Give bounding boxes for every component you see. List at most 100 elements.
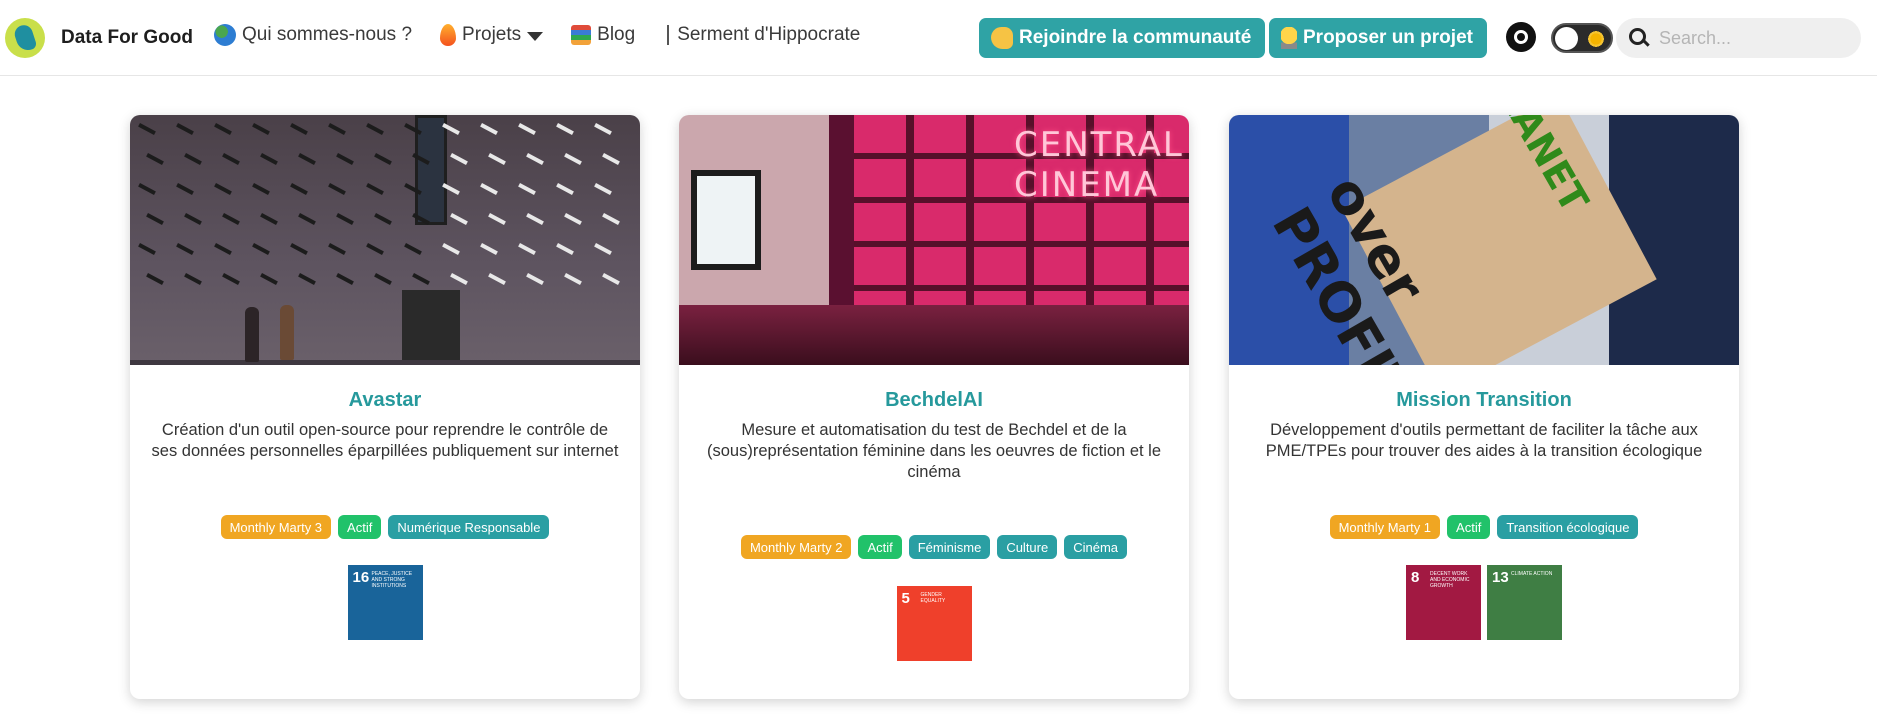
camera-icon	[290, 123, 308, 135]
camera-icon	[328, 183, 346, 195]
project-image	[130, 115, 640, 365]
project-description: Mesure et automatisation du test de Bech…	[707, 421, 1161, 481]
camera-icon	[260, 213, 278, 225]
theme-toggle[interactable]	[1551, 23, 1613, 53]
join-community-label: Rejoindre la communauté	[1019, 27, 1252, 48]
camera-icon	[290, 183, 308, 195]
camera-icon	[298, 213, 316, 225]
globe-icon	[214, 24, 236, 46]
camera-icon	[594, 243, 612, 255]
search-input[interactable]	[1659, 27, 1849, 49]
nav-item-blog[interactable]: Blog	[571, 24, 635, 46]
camera-icon	[298, 273, 316, 285]
camera-icon	[374, 153, 392, 165]
tag[interactable]: Féminisme	[908, 535, 991, 559]
camera-icon	[518, 183, 536, 195]
camera-icon	[564, 273, 582, 285]
search-box	[1616, 18, 1861, 58]
propose-project-button[interactable]: Proposer un projet	[1269, 18, 1487, 58]
nav-item-label: Serment d'Hippocrate	[677, 24, 861, 45]
camera-icon	[374, 273, 392, 285]
logo-icon	[5, 18, 45, 58]
camera-icon	[328, 123, 346, 135]
camera-icon	[138, 123, 156, 135]
sdg-5-icon: 5 Gender Equality	[896, 586, 972, 661]
nav-item-label: Blog	[597, 24, 636, 45]
tag[interactable]: Transition écologique	[1497, 515, 1639, 539]
wall-door	[402, 290, 460, 365]
nav-item-projects[interactable]: Projets	[440, 24, 544, 46]
camera-icon	[298, 153, 316, 165]
sdg-number: 16	[352, 569, 370, 586]
person	[280, 305, 294, 360]
camera-icon	[222, 213, 240, 225]
camera-icon	[222, 153, 240, 165]
project-card-avastar[interactable]: Avastar Création d'un outil open-source …	[130, 115, 640, 699]
camera-icon	[176, 183, 194, 195]
camera-icon	[450, 273, 468, 285]
tag[interactable]: Numérique Responsable	[388, 515, 550, 539]
chevron-down-icon	[527, 31, 544, 41]
camera-icon	[184, 213, 202, 225]
tag[interactable]: Culture	[997, 535, 1058, 559]
github-icon[interactable]	[1506, 22, 1536, 52]
camera-icon	[366, 183, 384, 195]
camera-icon	[488, 273, 506, 285]
tag[interactable]: Actif	[1447, 515, 1491, 539]
camera-icon	[336, 153, 354, 165]
tag[interactable]: Actif	[858, 535, 902, 559]
books-icon	[571, 25, 592, 45]
project-card-bechdelai[interactable]: CENTRAL CINEMA BechdelAI Mesure et autom…	[679, 115, 1189, 699]
camera-icon	[480, 123, 498, 135]
tag[interactable]: Monthly Marty 2	[740, 535, 852, 559]
camera-icon	[214, 243, 232, 255]
camera-icon	[176, 123, 194, 135]
camera-icon	[252, 183, 270, 195]
nav-item-oath[interactable]: Serment d'Hippocrate	[663, 24, 860, 46]
camera-icon	[602, 153, 620, 165]
camera-icon	[336, 213, 354, 225]
project-title: Mission Transition	[1396, 389, 1572, 411]
tag[interactable]: Actif	[338, 515, 382, 539]
camera-icon	[184, 273, 202, 285]
camera-icon	[602, 213, 620, 225]
project-tags: Monthly Marty 1 Actif Transition écologi…	[1229, 515, 1739, 539]
sdg-13-icon: 13 Climate Action	[1487, 565, 1562, 640]
project-card-mission-transition[interactable]: PLANET over PROFIT Mission Transition Dé…	[1229, 115, 1739, 699]
camera-icon	[556, 123, 574, 135]
nav-links: Qui sommes-nous ? Projets Blog Serment d…	[214, 24, 888, 46]
person	[245, 307, 259, 362]
project-description: Développement d'outils permettant de fac…	[1265, 421, 1703, 460]
camera-icon	[564, 213, 582, 225]
sdg-label: Decent Work and Economic Growth	[1430, 571, 1470, 589]
tag[interactable]: Cinéma	[1064, 535, 1128, 559]
camera-icon	[328, 243, 346, 255]
tag[interactable]: Monthly Marty 1	[1329, 515, 1441, 539]
camera-icon	[252, 243, 270, 255]
nav-item-label: Qui sommes-nous ?	[242, 24, 413, 45]
tag[interactable]: Monthly Marty 3	[220, 515, 332, 539]
camera-icon	[260, 273, 278, 285]
propose-project-label: Proposer un projet	[1303, 27, 1473, 48]
camera-icon	[526, 153, 544, 165]
camera-icon	[146, 273, 164, 285]
sdg-number: 8	[1411, 569, 1420, 586]
top-navbar: Data For Good Qui sommes-nous ? Projets …	[0, 0, 1877, 76]
floor	[679, 305, 1189, 365]
project-tags: Monthly Marty 2 Actif Féminisme Culture …	[679, 535, 1189, 559]
project-title: Avastar	[348, 389, 422, 411]
project-image: CENTRAL CINEMA	[679, 115, 1189, 365]
camera-icon	[602, 273, 620, 285]
brand-link[interactable]: Data For Good	[5, 18, 193, 58]
project-image: PLANET over PROFIT	[1229, 115, 1739, 365]
camera-icon	[412, 273, 430, 285]
join-community-button[interactable]: Rejoindre la communauté	[979, 18, 1266, 58]
medical-staff-icon	[663, 25, 674, 45]
camera-icon	[480, 243, 498, 255]
brand-name: Data For Good	[61, 27, 193, 48]
camera-icon	[138, 243, 156, 255]
nav-item-label: Projets	[462, 24, 522, 45]
camera-icon	[138, 183, 156, 195]
sdg-number: 13	[1492, 569, 1509, 586]
nav-item-about[interactable]: Qui sommes-nous ?	[214, 24, 412, 46]
